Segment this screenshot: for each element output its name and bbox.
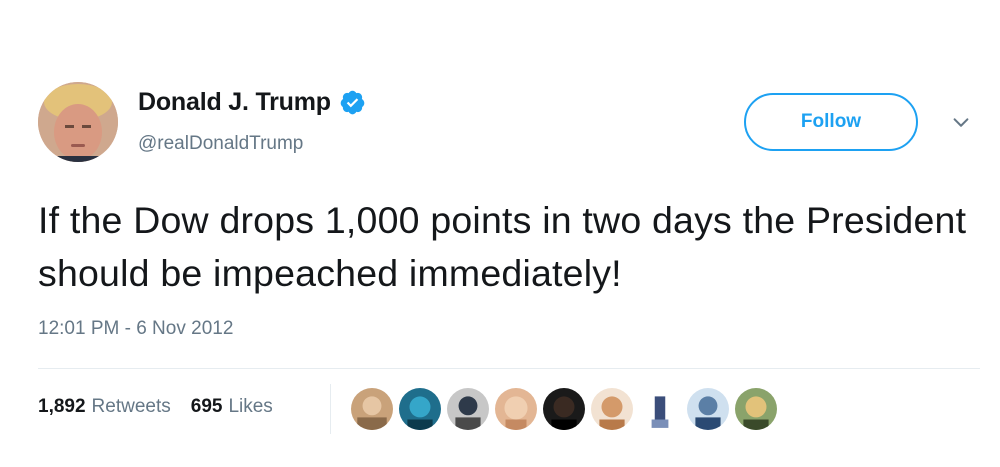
retweets-count: 1,892 — [38, 396, 86, 417]
liker-avatar[interactable] — [446, 387, 490, 431]
tweet-card: Donald J. Trump @realDonaldTrump Follow … — [0, 0, 1000, 467]
liker-avatar[interactable] — [590, 387, 634, 431]
likes-label: Likes — [228, 396, 273, 417]
author-handle[interactable]: @realDonaldTrump — [138, 133, 303, 155]
likes-stat[interactable]: 695 Likes — [191, 396, 273, 418]
liker-avatar[interactable] — [686, 387, 730, 431]
liker-avatar[interactable] — [542, 387, 586, 431]
liker-avatar[interactable] — [638, 387, 682, 431]
author-avatar[interactable] — [38, 82, 118, 162]
avatar-image — [38, 82, 118, 162]
liker-avatar[interactable] — [350, 387, 394, 431]
retweets-label: Retweets — [91, 396, 171, 417]
liker-avatar[interactable] — [494, 387, 538, 431]
chevron-down-icon[interactable] — [950, 112, 972, 134]
author-name-row: Donald J. Trump — [138, 88, 366, 117]
liker-avatar[interactable] — [734, 387, 778, 431]
likes-count: 695 — [190, 396, 223, 417]
divider — [38, 368, 980, 369]
tweet-stats: 1,892 Retweets 695 Likes — [38, 396, 293, 418]
verified-badge-icon — [339, 89, 366, 116]
stats-separator — [330, 384, 331, 434]
tweet-text: If the Dow drops 1,000 points in two day… — [38, 199, 967, 294]
author-display-name[interactable]: Donald J. Trump — [138, 88, 331, 117]
follow-button[interactable]: Follow — [744, 93, 918, 151]
liker-avatar[interactable] — [398, 387, 442, 431]
retweets-stat[interactable]: 1,892 Retweets — [38, 396, 171, 418]
tweet-timestamp[interactable]: 12:01 PM - 6 Nov 2012 — [38, 318, 233, 340]
